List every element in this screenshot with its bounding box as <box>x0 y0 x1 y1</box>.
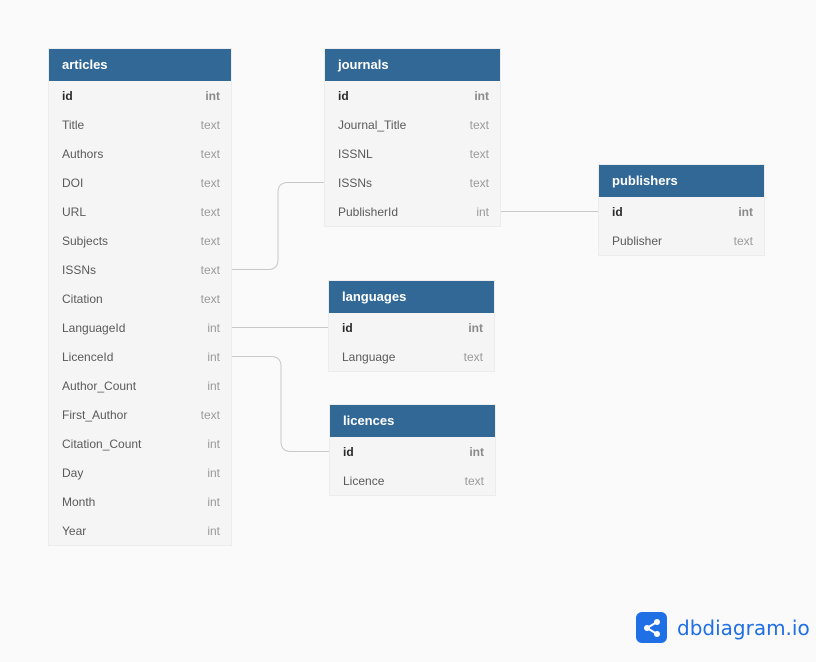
field-name: LicenceId <box>62 349 114 364</box>
field-name: Title <box>62 117 85 132</box>
field-type: text <box>200 204 220 219</box>
field-type: int <box>207 320 220 335</box>
field-row[interactable]: Language text <box>329 342 494 371</box>
field-row[interactable]: Citation text <box>49 284 231 313</box>
field-type: text <box>463 349 483 364</box>
field-name: Month <box>62 494 96 509</box>
field-name: id <box>612 204 623 219</box>
field-type: int <box>207 494 220 509</box>
field-type: text <box>733 233 753 248</box>
field-name: Language <box>342 349 396 364</box>
table-header[interactable]: articles <box>49 49 231 81</box>
field-type: text <box>200 146 220 161</box>
field-name: Journal_Title <box>338 117 407 132</box>
field-row[interactable]: ISSNs text <box>325 168 500 197</box>
field-name: ISSNs <box>62 262 97 277</box>
field-row[interactable]: DOI text <box>49 168 231 197</box>
field-type: text <box>200 291 220 306</box>
field-row[interactable]: LanguageId int <box>49 313 231 342</box>
field-row[interactable]: ISSNL text <box>325 139 500 168</box>
field-row[interactable]: Year int <box>49 516 231 545</box>
field-name: Day <box>62 465 84 480</box>
table-header[interactable]: journals <box>325 49 500 81</box>
field-row[interactable]: id int <box>325 81 500 110</box>
field-name: id <box>338 88 349 103</box>
field-type: text <box>464 473 484 488</box>
table-licences[interactable]: licences id int Licence text <box>330 405 495 495</box>
diagram-canvas: articles id int Title text Authors text DOI text… <box>0 0 816 662</box>
field-name: Licence <box>343 473 385 488</box>
table-header[interactable]: languages <box>329 281 494 313</box>
field-name: id <box>342 320 353 335</box>
field-row[interactable]: Licence text <box>330 466 495 495</box>
field-row[interactable]: PublisherId int <box>325 197 500 226</box>
field-type: int <box>738 204 753 219</box>
field-type: int <box>205 88 220 103</box>
field-row[interactable]: Journal_Title text <box>325 110 500 139</box>
field-type: text <box>469 146 489 161</box>
field-name: id <box>343 444 354 459</box>
field-name: URL <box>62 204 87 219</box>
field-name: Authors <box>62 146 104 161</box>
relationship-line[interactable] <box>231 356 330 452</box>
field-type: text <box>200 407 220 422</box>
field-name: PublisherId <box>338 204 399 219</box>
field-type: text <box>200 262 220 277</box>
field-row[interactable]: Title text <box>49 110 231 139</box>
field-name: id <box>62 88 73 103</box>
field-row[interactable]: Day int <box>49 458 231 487</box>
brand-logo[interactable]: dbdiagram.io <box>636 612 810 643</box>
field-name: Year <box>62 523 87 538</box>
table-header[interactable]: licences <box>330 405 495 437</box>
field-name: Subjects <box>62 233 109 248</box>
field-name: ISSNL <box>338 146 373 161</box>
field-name: ISSNs <box>338 175 373 190</box>
field-row[interactable]: Publisher text <box>599 226 764 255</box>
field-name: Citation <box>62 291 103 306</box>
field-name: Author_Count <box>62 378 137 393</box>
field-type: text <box>469 175 489 190</box>
field-type: int <box>207 436 220 451</box>
field-type: int <box>468 320 483 335</box>
field-name: DOI <box>62 175 84 190</box>
field-type: int <box>207 523 220 538</box>
field-type: text <box>200 233 220 248</box>
field-row[interactable]: id int <box>330 437 495 466</box>
field-row[interactable]: Month int <box>49 487 231 516</box>
field-type: int <box>476 204 489 219</box>
field-row[interactable]: id int <box>599 197 764 226</box>
table-languages[interactable]: languages id int Language text <box>329 281 494 371</box>
field-row[interactable]: Authors text <box>49 139 231 168</box>
field-row[interactable]: Author_Count int <box>49 371 231 400</box>
field-type: int <box>207 465 220 480</box>
relationship-line[interactable] <box>231 182 325 270</box>
field-row[interactable]: id int <box>49 81 231 110</box>
field-type: text <box>200 117 220 132</box>
field-row[interactable]: ISSNs text <box>49 255 231 284</box>
field-name: LanguageId <box>62 320 126 335</box>
field-row[interactable]: id int <box>329 313 494 342</box>
table-publishers[interactable]: publishers id int Publisher text <box>599 165 764 255</box>
table-journals[interactable]: journals id int Journal_Title text ISSNL text I… <box>325 49 500 226</box>
table-articles[interactable]: articles id int Title text Authors text DOI text… <box>49 49 231 545</box>
field-type: int <box>469 444 484 459</box>
field-type: int <box>207 349 220 364</box>
field-name: First_Author <box>62 407 128 422</box>
brand-name: dbdiagram.io <box>677 615 810 640</box>
share-nodes-icon <box>636 612 667 643</box>
field-type: text <box>469 117 489 132</box>
table-header[interactable]: publishers <box>599 165 764 197</box>
field-name: Publisher <box>612 233 663 248</box>
field-type: int <box>207 378 220 393</box>
field-row[interactable]: URL text <box>49 197 231 226</box>
field-name: Citation_Count <box>62 436 142 451</box>
field-row[interactable]: Citation_Count int <box>49 429 231 458</box>
field-row[interactable]: LicenceId int <box>49 342 231 371</box>
field-type: text <box>200 175 220 190</box>
field-row[interactable]: First_Author text <box>49 400 231 429</box>
field-row[interactable]: Subjects text <box>49 226 231 255</box>
field-type: int <box>474 88 489 103</box>
